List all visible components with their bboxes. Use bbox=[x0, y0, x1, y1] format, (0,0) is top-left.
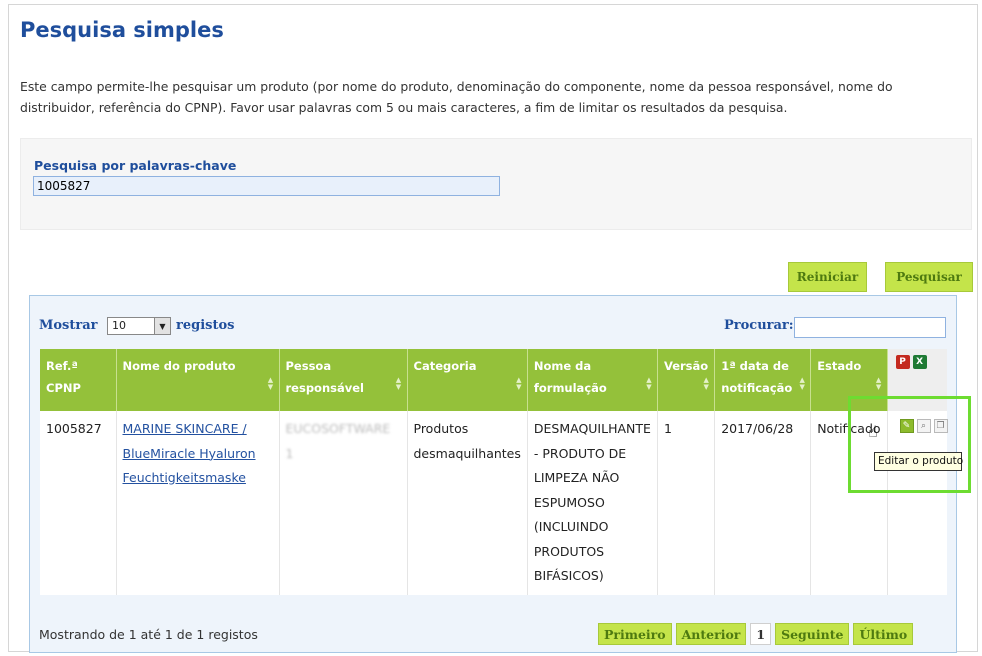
column-header-label: Pessoa responsável bbox=[285, 359, 364, 395]
pdf-export-icon[interactable]: P bbox=[895, 355, 910, 369]
column-header-label: 1ª data de notificação bbox=[721, 359, 793, 395]
column-header-label: Categoria bbox=[413, 359, 477, 373]
column-header-label: Ref.ª CPNP bbox=[46, 359, 81, 395]
product-name-link[interactable]: MARINE SKINCARE / bbox=[123, 417, 273, 442]
notification-date-cell: 2017/06/28 bbox=[714, 411, 812, 595]
hand-cursor-icon: ☝ bbox=[868, 422, 878, 441]
column-header-label: Nome do produto bbox=[122, 359, 236, 373]
records-info: Mostrando de 1 até 1 de 1 registos bbox=[39, 627, 258, 642]
page-length-value: 10 bbox=[112, 319, 126, 332]
next-page-button[interactable]: Seguinte bbox=[775, 623, 850, 645]
column-header-label: Estado bbox=[817, 359, 862, 373]
sort-icon: ▲ ▼ bbox=[799, 376, 805, 391]
category-cell: Produtos desmaquilhantes bbox=[407, 411, 528, 595]
table-header-row: Ref.ª CPNP Nome do produto ▲ ▼ Pessoa resp… bbox=[40, 349, 947, 411]
previous-page-button[interactable]: Anterior bbox=[675, 623, 747, 645]
column-header-label: Nome da formulação bbox=[533, 359, 607, 395]
responsible-person-blurred: EUCOSOFTWARE 1 bbox=[285, 421, 391, 461]
column-header[interactable]: Categoria ▲ ▼ bbox=[407, 349, 528, 411]
formulation-cell: DESMAQUILHANTE - PRODUTO DE LIMPEZA NÃO … bbox=[527, 411, 658, 595]
ref-cell: 1005827 bbox=[40, 411, 117, 595]
responsible-person-cell: EUCOSOFTWARE 1 bbox=[279, 411, 408, 595]
version-cell: 1 bbox=[657, 411, 716, 595]
filter-label: Procurar: bbox=[724, 318, 794, 333]
sort-icon: ▲ ▼ bbox=[646, 376, 652, 391]
show-label: Mostrar bbox=[39, 318, 98, 333]
reset-button[interactable]: Reiniciar bbox=[788, 262, 867, 292]
results-table: Ref.ª CPNP Nome do produto ▲ ▼ Pessoa resp… bbox=[40, 349, 948, 595]
column-header-label: Versão bbox=[663, 359, 709, 373]
column-header[interactable]: Nome do produto ▲ ▼ bbox=[116, 349, 280, 411]
first-page-button[interactable]: Primeiro bbox=[598, 623, 672, 645]
results-panel: Mostrar 10 ▼ registos Procurar: Ref.ª CP… bbox=[29, 295, 957, 653]
tooltip: Editar o produto bbox=[874, 452, 963, 471]
current-page-button[interactable]: 1 bbox=[750, 623, 772, 645]
column-header[interactable]: Versão ▲ ▼ bbox=[657, 349, 716, 411]
product-name-cell: MARINE SKINCARE / BlueMiracle Hyaluron F… bbox=[116, 411, 280, 595]
page-length-select[interactable]: 10 ▼ bbox=[107, 317, 171, 335]
column-header[interactable]: Nome da formulação ▲ ▼ bbox=[527, 349, 658, 411]
page-description: Este campo permite-lhe pesquisar um prod… bbox=[20, 79, 893, 115]
page-title: Pesquisa simples bbox=[20, 18, 224, 42]
pagination: Primeiro Anterior 1 Seguinte Último bbox=[598, 623, 914, 645]
sort-icon: ▲ ▼ bbox=[875, 376, 882, 391]
column-header[interactable]: Ref.ª CPNP bbox=[40, 349, 117, 411]
search-label: Pesquisa por palavras-chave bbox=[34, 158, 237, 173]
sort-icon: ▲ ▼ bbox=[267, 376, 274, 391]
search-button[interactable]: Pesquisar bbox=[885, 262, 973, 292]
excel-export-icon[interactable]: X bbox=[912, 355, 927, 369]
chevron-down-icon[interactable]: ▼ bbox=[154, 318, 170, 334]
highlight-box bbox=[848, 396, 971, 493]
sort-icon: ▲ ▼ bbox=[703, 376, 709, 391]
table-row: 1005827 MARINE SKINCARE / BlueMiracle Hy… bbox=[40, 411, 948, 595]
product-name-link[interactable]: BlueMiracle Hyaluron bbox=[123, 442, 273, 467]
filter-input[interactable] bbox=[794, 317, 946, 338]
column-header[interactable]: 1ª data de notificação ▲ ▼ bbox=[714, 349, 812, 411]
last-page-button[interactable]: Último bbox=[853, 623, 914, 645]
column-header[interactable]: Pessoa responsável ▲ ▼ bbox=[279, 349, 408, 411]
keyword-search-input[interactable] bbox=[33, 176, 500, 196]
records-label: registos bbox=[176, 318, 235, 333]
sort-icon: ▲ ▼ bbox=[395, 376, 402, 391]
sort-icon: ▲ ▼ bbox=[516, 376, 522, 391]
product-name-link[interactable]: Feuchtigkeitsmaske bbox=[123, 466, 273, 491]
search-panel: Pesquisa por palavras-chave bbox=[20, 138, 972, 230]
